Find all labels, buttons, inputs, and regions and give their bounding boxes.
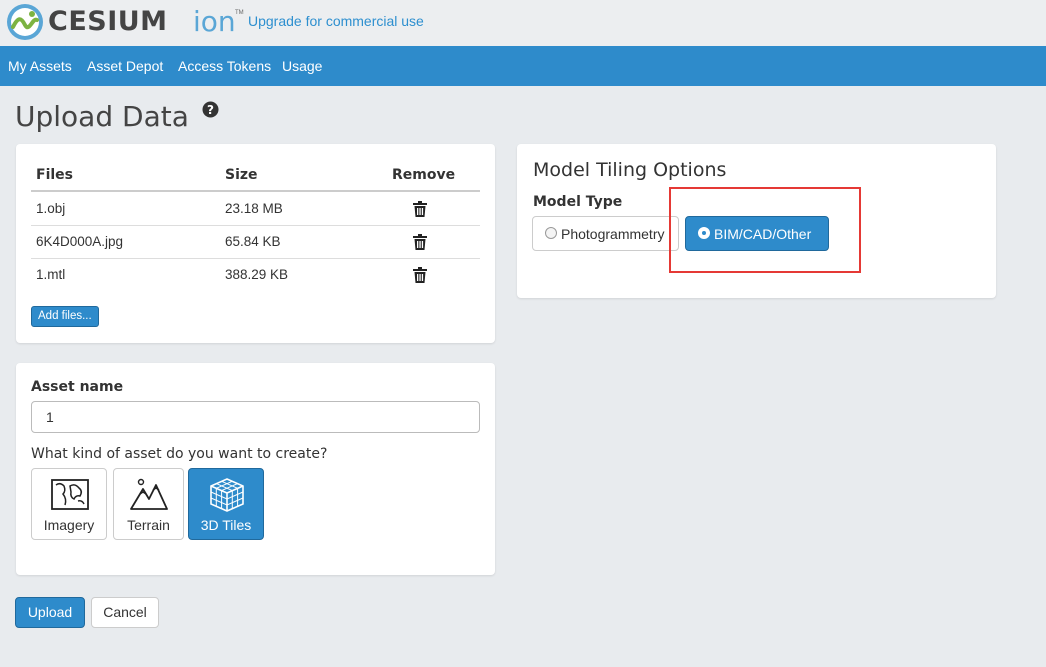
- page-title: Upload Data: [15, 100, 189, 133]
- column-header-files: Files: [36, 167, 73, 183]
- asset-name-label: Asset name: [31, 379, 124, 395]
- asset-panel: Asset name 1 What kind of asset do you w…: [16, 363, 495, 575]
- tiling-options-title: Model Tiling Options: [533, 159, 727, 181]
- brand-product: ion: [193, 5, 236, 38]
- asset-name-input[interactable]: 1: [31, 401, 480, 433]
- table-header-divider: [31, 190, 480, 192]
- cancel-button[interactable]: Cancel: [91, 597, 159, 628]
- cube-grid-icon: [210, 478, 244, 512]
- upgrade-link[interactable]: Upgrade for commercial use: [248, 13, 424, 29]
- nav-usage[interactable]: Usage: [282, 58, 322, 74]
- radio-icon: [545, 227, 557, 239]
- map-icon: [51, 479, 89, 510]
- nav-asset-depot[interactable]: Asset Depot: [87, 58, 163, 74]
- row-divider: [31, 258, 480, 259]
- kind-label: Terrain: [127, 517, 170, 533]
- svg-text:?: ?: [207, 103, 214, 117]
- asset-kind-question: What kind of asset do you want to create…: [31, 446, 328, 462]
- nav-my-assets[interactable]: My Assets: [8, 58, 72, 74]
- model-type-label: Model Type: [533, 194, 623, 210]
- column-header-size: Size: [225, 167, 258, 183]
- file-size: 23.18 MB: [225, 201, 283, 216]
- mountains-icon: [130, 478, 168, 510]
- row-divider: [31, 225, 480, 226]
- upload-button[interactable]: Upload: [15, 597, 85, 628]
- nav-access-tokens[interactable]: Access Tokens: [178, 58, 271, 74]
- help-icon[interactable]: ?: [202, 101, 219, 118]
- cesium-logo-icon: [7, 4, 43, 40]
- kind-label: 3D Tiles: [200, 517, 252, 533]
- main-nav: My Assets Asset Depot Access Tokens Usag…: [0, 46, 1046, 86]
- option-photogrammetry[interactable]: Photogrammetry: [532, 216, 679, 251]
- trademark-mark: TM: [235, 10, 244, 16]
- kind-3d-tiles-button[interactable]: 3D Tiles: [188, 468, 264, 540]
- kind-terrain-button[interactable]: Terrain: [113, 468, 184, 540]
- file-name: 6K4D000A.jpg: [36, 234, 124, 249]
- file-size: 388.29 KB: [225, 267, 289, 282]
- kind-label: Imagery: [43, 517, 95, 533]
- brand-bar: CESIUM ion TM Upgrade for commercial use: [0, 0, 1046, 46]
- trash-icon[interactable]: [413, 267, 427, 283]
- trash-icon[interactable]: [413, 234, 427, 250]
- file-size: 65.84 KB: [225, 234, 281, 249]
- file-name: 1.obj: [36, 201, 66, 216]
- highlight-annotation: [669, 187, 861, 273]
- add-files-button[interactable]: Add files...: [31, 306, 99, 327]
- file-name: 1.mtl: [36, 267, 66, 282]
- trash-icon[interactable]: [413, 201, 427, 217]
- option-label: Photogrammetry: [561, 226, 665, 242]
- brand-name: CESIUM: [48, 6, 168, 37]
- kind-imagery-button[interactable]: Imagery: [31, 468, 107, 540]
- files-panel: Files Size Remove 1.obj 23.18 MB 6K4D000…: [16, 144, 495, 343]
- column-header-remove: Remove: [392, 167, 456, 183]
